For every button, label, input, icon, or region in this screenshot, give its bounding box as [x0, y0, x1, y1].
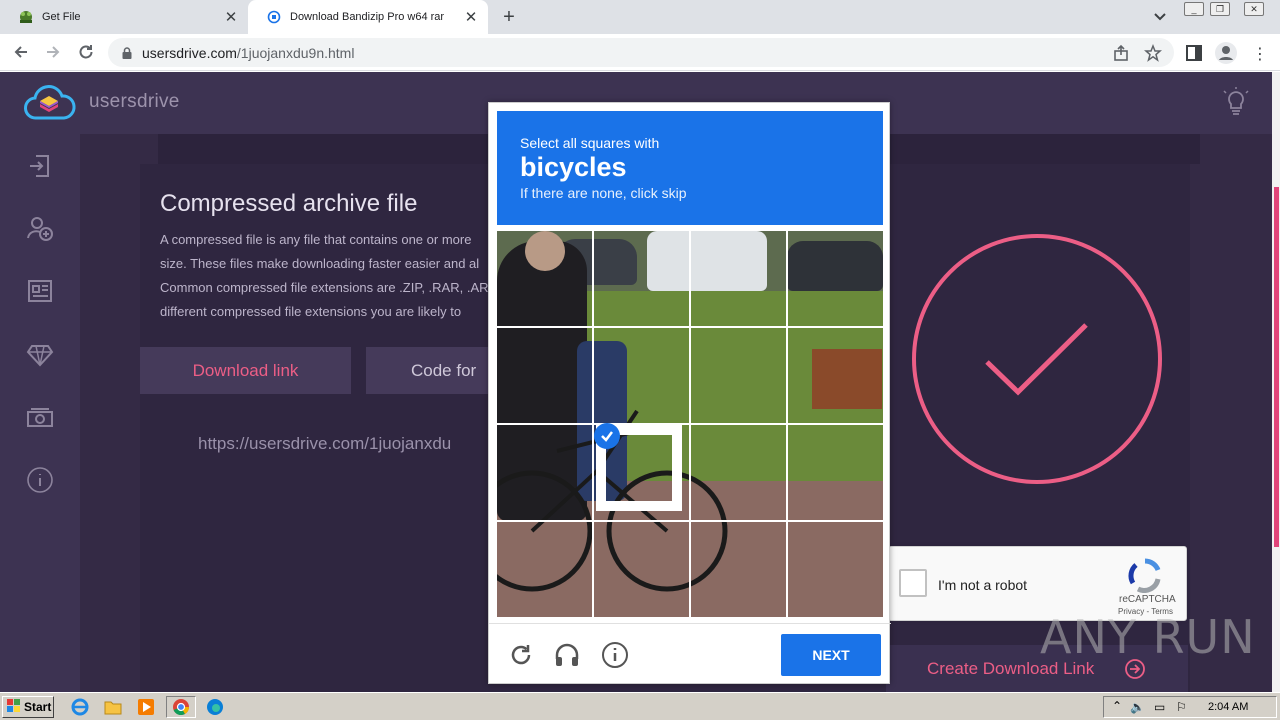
recaptcha-checkbox[interactable]	[899, 569, 927, 597]
challenge-skip-hint: If there are none, click skip	[520, 185, 687, 201]
grid-tile[interactable]	[788, 328, 883, 424]
tab-title: Download Bandizip Pro w64 rar	[290, 11, 445, 23]
grid-tile[interactable]	[497, 328, 593, 424]
money-icon[interactable]	[26, 404, 54, 432]
address-bar[interactable]: usersdrive.com/1juojanxdu9n.html	[108, 38, 1174, 67]
description-line: size. These files make downloading faste…	[160, 256, 480, 271]
forward-arrow-icon[interactable]	[42, 41, 64, 63]
media-player-icon[interactable]	[136, 697, 156, 717]
internet-explorer-icon[interactable]	[70, 697, 90, 717]
folder-icon[interactable]	[103, 697, 123, 717]
minimize-icon[interactable]: _	[1184, 2, 1204, 16]
cloud-icon	[266, 9, 282, 25]
lightbulb-icon[interactable]	[1222, 87, 1250, 122]
grid-tile[interactable]	[691, 425, 787, 521]
grid-tile[interactable]	[788, 522, 883, 617]
restore-icon[interactable]: ❐	[1210, 2, 1230, 16]
side-navigation	[0, 134, 80, 692]
login-icon[interactable]	[26, 152, 54, 180]
reload-challenge-icon[interactable]	[507, 641, 535, 669]
info-icon[interactable]	[26, 466, 54, 494]
tab-search-chevron-icon[interactable]	[1150, 8, 1170, 26]
lock-icon	[120, 46, 134, 60]
scrollbar-thumb[interactable]	[1274, 187, 1279, 547]
new-tab-button[interactable]: +	[498, 6, 520, 28]
close-window-icon[interactable]: ✕	[1244, 2, 1264, 16]
side-panel-icon[interactable]	[1185, 44, 1203, 67]
profile-avatar-icon[interactable]	[1214, 41, 1238, 70]
site-brand[interactable]: usersdrive	[89, 91, 180, 113]
tab-get-file[interactable]: Get File ✕	[0, 0, 248, 34]
file-url-field[interactable]: https://usersdrive.com/1juojanxdu	[198, 434, 451, 454]
close-icon[interactable]: ✕	[222, 8, 240, 26]
grid-tile[interactable]	[594, 522, 690, 617]
volume-icon[interactable]: 🔈	[1130, 700, 1145, 714]
grid-tile[interactable]	[691, 231, 787, 327]
edge-icon[interactable]	[205, 697, 225, 717]
system-tray: ⌃ 🔈 ▭ ⚐	[1103, 696, 1277, 718]
challenge-target: bicycles	[520, 152, 627, 182]
share-icon[interactable]	[1112, 44, 1130, 67]
menu-kebab-icon[interactable]: ⋮	[1252, 44, 1268, 64]
recaptcha-brand: reCAPTCHA	[1119, 594, 1176, 605]
close-icon[interactable]: ✕	[462, 8, 480, 26]
challenge-header: Select all squares with bicycles If ther…	[497, 111, 883, 225]
grid-tile[interactable]	[594, 328, 690, 424]
grid-tile[interactable]	[788, 231, 883, 327]
challenge-footer: NEXT	[489, 623, 891, 685]
tray-expand-icon[interactable]: ⌃	[1112, 699, 1122, 713]
info-icon[interactable]	[601, 641, 629, 669]
description-line: A compressed file is any file that conta…	[160, 232, 472, 247]
network-icon[interactable]: ▭	[1154, 700, 1165, 714]
chrome-icon[interactable]	[166, 696, 196, 718]
description-line: different compressed file extensions you…	[160, 304, 462, 319]
success-check-icon	[910, 232, 1164, 486]
news-icon[interactable]	[26, 277, 54, 305]
grid-tile[interactable]	[497, 425, 593, 521]
reload-icon[interactable]	[75, 41, 97, 63]
diamond-icon[interactable]	[26, 341, 54, 369]
taskbar: Start ⌃ 🔈 ▭ ⚐ 2:04 AM	[0, 692, 1280, 720]
checkmark-icon	[594, 423, 620, 449]
start-label: Start	[24, 700, 52, 714]
grid-tile[interactable]	[497, 231, 593, 327]
browser-tab-strip: Get File ✕ Download Bandizip Pro w64 rar…	[0, 0, 1280, 34]
start-button[interactable]: Start	[2, 696, 54, 718]
page-title: Compressed archive file	[160, 190, 418, 217]
recaptcha-label: I'm not a robot	[938, 577, 1028, 593]
add-user-icon[interactable]	[26, 214, 54, 242]
usersdrive-logo-icon[interactable]	[22, 84, 78, 129]
frog-icon	[18, 9, 34, 25]
grid-tile[interactable]	[691, 328, 787, 424]
url-text: usersdrive.com/1juojanxdu9n.html	[142, 45, 354, 61]
challenge-instruction: Select all squares with	[520, 135, 660, 151]
windows-logo-icon	[7, 698, 21, 716]
bookmark-star-icon[interactable]	[1144, 43, 1162, 67]
tab-download-bandizip[interactable]: Download Bandizip Pro w64 rar ✕	[248, 0, 488, 34]
grid-tile[interactable]	[691, 522, 787, 617]
download-link-tab[interactable]: Download link	[140, 347, 351, 394]
description-line: Common compressed file extensions are .Z…	[160, 280, 489, 295]
back-arrow-icon[interactable]	[10, 41, 32, 63]
url-host: usersdrive.com	[142, 44, 237, 61]
tab-title: Get File	[42, 11, 81, 23]
flag-icon[interactable]: ⚐	[1176, 700, 1187, 714]
page-scrollbar[interactable]	[1272, 72, 1280, 692]
recaptcha-logo-icon	[1127, 557, 1163, 593]
watermark: ANY RUN	[1040, 610, 1256, 664]
grid-tile[interactable]	[497, 522, 593, 617]
recaptcha-challenge: Select all squares with bicycles If ther…	[488, 102, 891, 685]
clock[interactable]: 2:04 AM	[1208, 701, 1248, 713]
url-path: /1juojanxdu9n.html	[236, 44, 355, 61]
grid-tile[interactable]	[788, 425, 883, 521]
image-grid	[497, 231, 883, 617]
next-button[interactable]: NEXT	[781, 634, 881, 676]
headphones-icon[interactable]	[553, 641, 581, 669]
grid-tile[interactable]	[594, 231, 690, 327]
browser-toolbar: usersdrive.com/1juojanxdu9n.html ⋮	[0, 34, 1280, 71]
